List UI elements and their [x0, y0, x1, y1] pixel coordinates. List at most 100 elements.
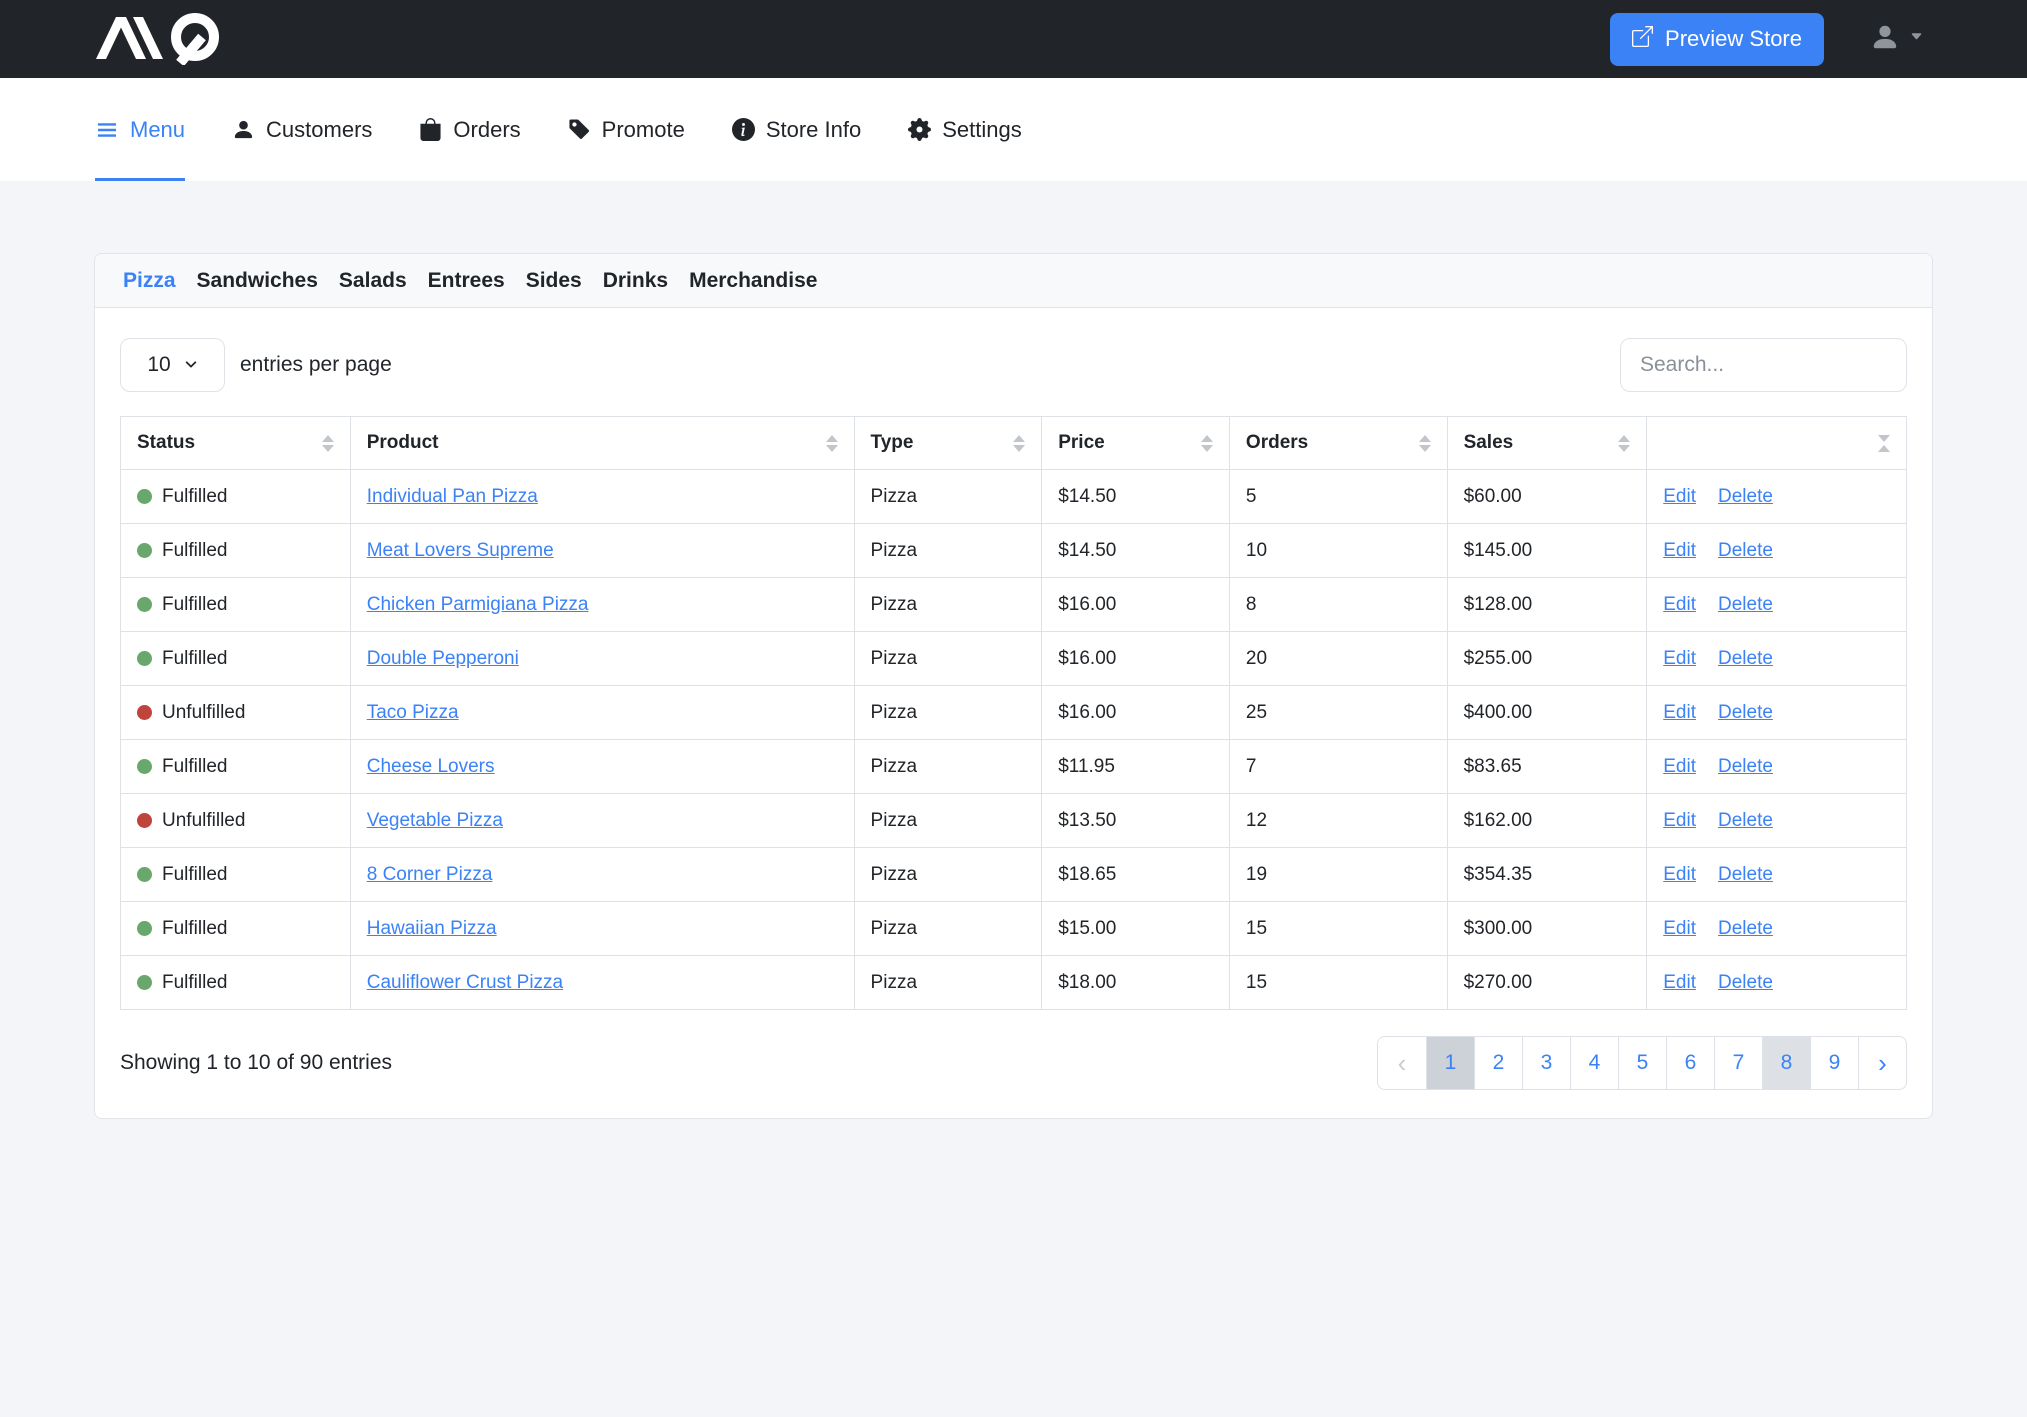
sales-cell: $400.00 [1447, 686, 1647, 740]
product-link[interactable]: Individual Pan Pizza [367, 486, 538, 507]
status-label: Fulfilled [162, 972, 227, 994]
product-link[interactable]: Taco Pizza [367, 702, 459, 723]
edit-link[interactable]: Edit [1663, 864, 1696, 885]
nav-item-promote[interactable]: Promote [568, 78, 685, 181]
edit-link[interactable]: Edit [1663, 648, 1696, 669]
delete-link[interactable]: Delete [1718, 702, 1773, 723]
nav-item-store-info[interactable]: Store Info [732, 78, 861, 181]
caret-down-icon [1910, 30, 1923, 48]
edit-link[interactable]: Edit [1663, 702, 1696, 723]
edit-link[interactable]: Edit [1663, 594, 1696, 615]
table-row: Unfulfilled Vegetable Pizza Pizza $13.50… [121, 794, 1907, 848]
delete-link[interactable]: Delete [1718, 756, 1773, 777]
delete-link[interactable]: Delete [1718, 918, 1773, 939]
top-bar: Preview Store [0, 0, 2027, 78]
menu-card: Pizza Sandwiches Salads Entrees Sides Dr… [94, 253, 1933, 1119]
page-button-9[interactable]: 9 [1810, 1037, 1858, 1089]
nav-label: Menu [130, 117, 185, 143]
page-button-7[interactable]: 7 [1714, 1037, 1762, 1089]
page-button-3[interactable]: 3 [1522, 1037, 1570, 1089]
product-link[interactable]: Meat Lovers Supreme [367, 540, 554, 561]
column-header-orders[interactable]: Orders [1229, 417, 1447, 470]
edit-link[interactable]: Edit [1663, 810, 1696, 831]
tab-entrees[interactable]: Entrees [428, 269, 505, 293]
status-label: Fulfilled [162, 540, 227, 562]
tab-pizza[interactable]: Pizza [123, 269, 176, 293]
page-button-5[interactable]: 5 [1618, 1037, 1666, 1089]
delete-link[interactable]: Delete [1718, 810, 1773, 831]
user-avatar-icon [1870, 22, 1900, 57]
entries-per-page-select[interactable]: 10 [120, 338, 225, 392]
column-header-type[interactable]: Type [854, 417, 1042, 470]
sales-cell: $300.00 [1447, 902, 1647, 956]
page-button-2[interactable]: 2 [1474, 1037, 1522, 1089]
column-header-price[interactable]: Price [1042, 417, 1230, 470]
tab-salads[interactable]: Salads [339, 269, 407, 293]
external-link-icon [1632, 26, 1653, 53]
table-controls: 10 entries per page [95, 308, 1932, 416]
tab-drinks[interactable]: Drinks [603, 269, 668, 293]
status-dot [137, 921, 152, 936]
product-link[interactable]: Chicken Parmigiana Pizza [367, 594, 589, 615]
brand-logo[interactable] [88, 9, 246, 70]
status-dot [137, 705, 152, 720]
next-page-button[interactable]: › [1858, 1037, 1906, 1089]
card-footer: Showing 1 to 10 of 90 entries ‹ 12345678… [95, 1010, 1932, 1118]
price-cell: $18.00 [1042, 956, 1230, 1010]
page-button-6[interactable]: 6 [1666, 1037, 1714, 1089]
table-body: Fulfilled Individual Pan Pizza Pizza $14… [121, 470, 1907, 1010]
product-link[interactable]: Cheese Lovers [367, 756, 495, 777]
type-cell: Pizza [854, 902, 1042, 956]
nav-label: Promote [602, 117, 685, 143]
info-icon [732, 118, 755, 141]
tab-merchandise[interactable]: Merchandise [689, 269, 817, 293]
column-header-status[interactable]: Status [121, 417, 351, 470]
table-row: Fulfilled 8 Corner Pizza Pizza $18.65 19… [121, 848, 1907, 902]
tab-sides[interactable]: Sides [526, 269, 582, 293]
product-link[interactable]: Vegetable Pizza [367, 810, 503, 831]
nav-item-menu[interactable]: Menu [95, 78, 185, 181]
column-header-product[interactable]: Product [350, 417, 854, 470]
sales-cell: $270.00 [1447, 956, 1647, 1010]
edit-link[interactable]: Edit [1663, 972, 1696, 993]
preview-store-button[interactable]: Preview Store [1610, 13, 1824, 66]
product-link[interactable]: Double Pepperoni [367, 648, 519, 669]
sales-cell: $128.00 [1447, 578, 1647, 632]
type-cell: Pizza [854, 848, 1042, 902]
product-link[interactable]: 8 Corner Pizza [367, 864, 493, 885]
edit-link[interactable]: Edit [1663, 756, 1696, 777]
status-dot [137, 489, 152, 504]
column-header-actions[interactable] [1647, 417, 1907, 470]
page-button-1[interactable]: 1 [1426, 1037, 1474, 1089]
sales-cell: $60.00 [1447, 470, 1647, 524]
sort-icon [1201, 435, 1213, 452]
page-button-8[interactable]: 8 [1762, 1037, 1810, 1089]
user-menu[interactable] [1870, 22, 1923, 57]
product-link[interactable]: Hawaiian Pizza [367, 918, 497, 939]
nav-item-orders[interactable]: Orders [419, 78, 520, 181]
edit-link[interactable]: Edit [1663, 918, 1696, 939]
product-link[interactable]: Cauliflower Crust Pizza [367, 972, 563, 993]
tab-sandwiches[interactable]: Sandwiches [197, 269, 318, 293]
delete-link[interactable]: Delete [1718, 594, 1773, 615]
nav-label: Store Info [766, 117, 861, 143]
table-header-row: Status Product Type Price Orders Sales [121, 417, 1907, 470]
delete-link[interactable]: Delete [1718, 648, 1773, 669]
edit-link[interactable]: Edit [1663, 540, 1696, 561]
page-button-4[interactable]: 4 [1570, 1037, 1618, 1089]
nav-item-settings[interactable]: Settings [908, 78, 1022, 181]
status-dot [137, 813, 152, 828]
delete-link[interactable]: Delete [1718, 972, 1773, 993]
search-input[interactable] [1620, 338, 1907, 392]
edit-link[interactable]: Edit [1663, 486, 1696, 507]
status-dot [137, 651, 152, 666]
column-header-sales[interactable]: Sales [1447, 417, 1647, 470]
delete-link[interactable]: Delete [1718, 864, 1773, 885]
main-nav: Menu Customers Orders Promote [0, 78, 2027, 181]
previous-page-button[interactable]: ‹ [1378, 1037, 1426, 1089]
delete-link[interactable]: Delete [1718, 486, 1773, 507]
nav-label: Settings [942, 117, 1022, 143]
delete-link[interactable]: Delete [1718, 540, 1773, 561]
status-label: Fulfilled [162, 594, 227, 616]
nav-item-customers[interactable]: Customers [232, 78, 372, 181]
